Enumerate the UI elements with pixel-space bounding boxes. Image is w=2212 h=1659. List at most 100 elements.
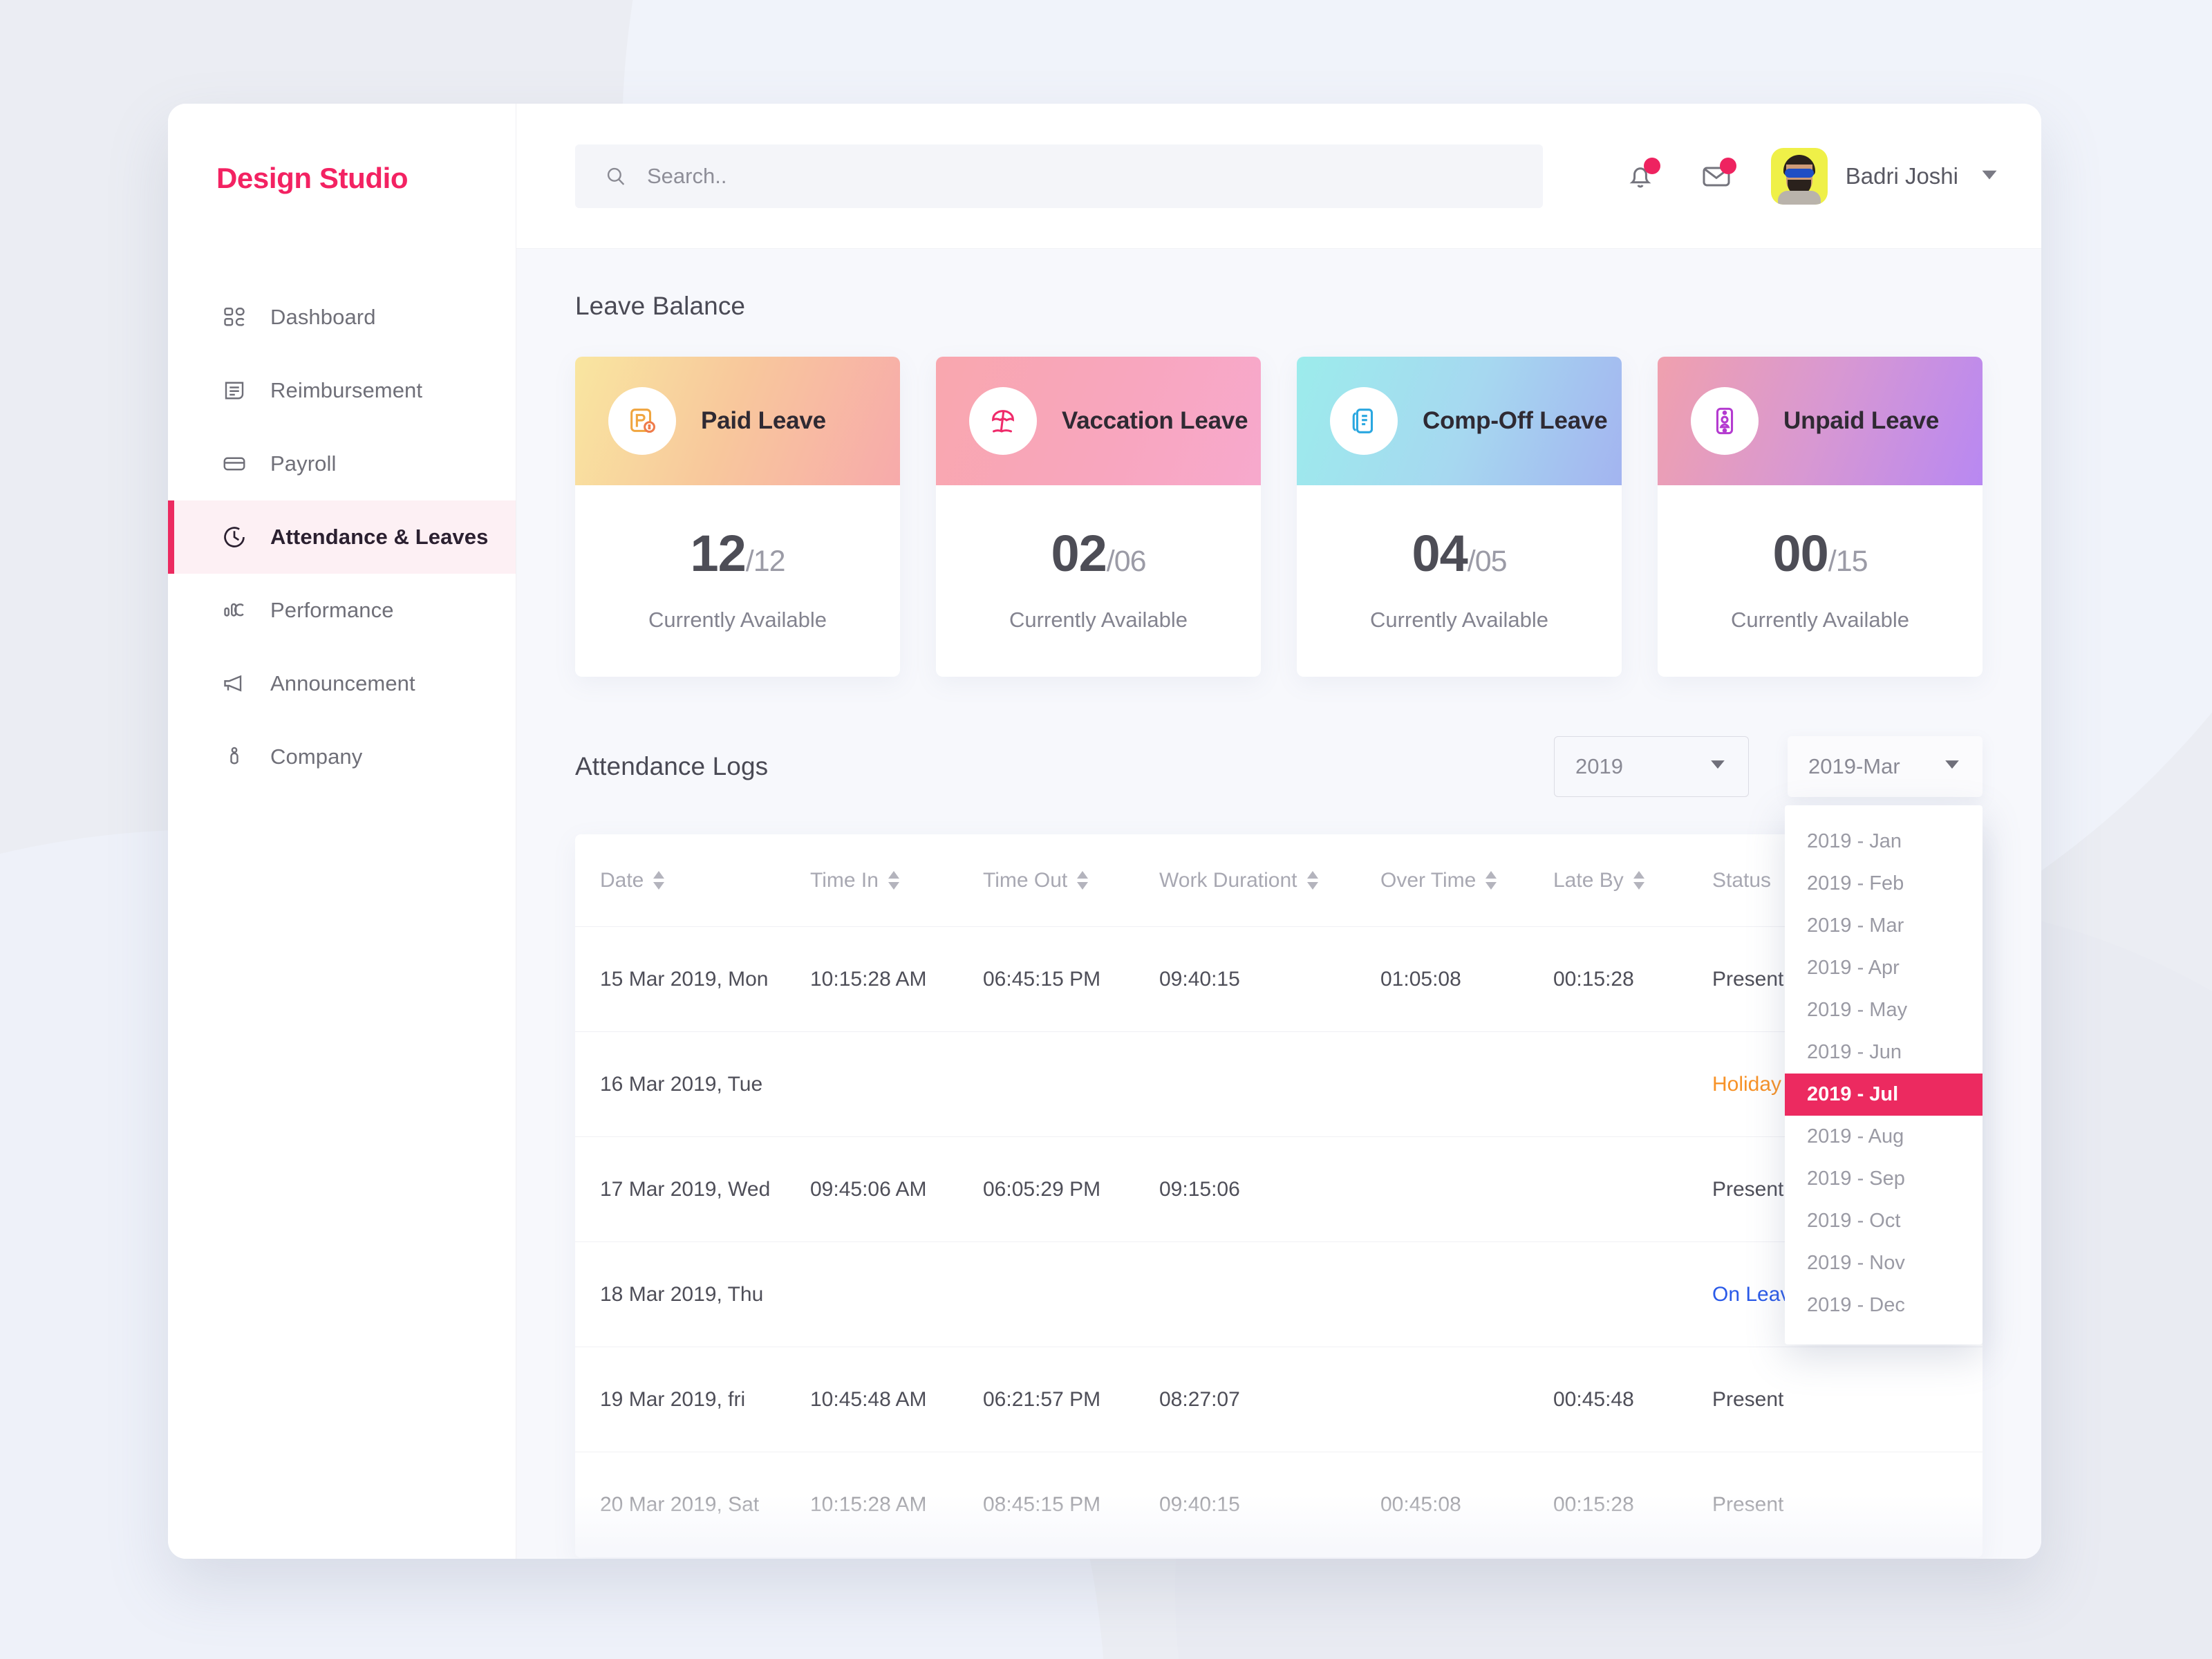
column-label: Time In — [810, 869, 879, 892]
leave-card-paid[interactable]: Paid Leave 12/12 Currently Available — [575, 357, 900, 677]
cell-work-duration: 09:15:06 — [1159, 1178, 1380, 1201]
cell-time-out: 06:45:15 PM — [983, 968, 1159, 991]
table-row[interactable]: 18 Mar 2019, Thu On Leave — [575, 1242, 1983, 1347]
card-header: Paid Leave — [575, 357, 900, 485]
month-select-value: 2019-Mar — [1808, 754, 1900, 779]
card-title: Comp-Off Leave — [1423, 407, 1608, 435]
leave-card-vaccation[interactable]: Vaccation Leave 02/06 Currently Availabl… — [936, 357, 1261, 677]
sidebar-item-payroll[interactable]: Payroll — [168, 427, 516, 500]
year-select[interactable]: 2019 — [1554, 736, 1749, 797]
cell-work-duration: 09:40:15 — [1159, 1493, 1380, 1517]
sort-icon[interactable] — [653, 871, 664, 890]
dropdown-option[interactable]: 2019 - May — [1785, 989, 1983, 1031]
column-header-over-time[interactable]: Over Time — [1380, 869, 1553, 892]
card-caption: Currently Available — [1658, 608, 1983, 632]
attendance-logs-table: Date Time In Time Out Work Durationt — [575, 834, 1983, 1557]
sidebar-item-performance[interactable]: Performance — [168, 574, 516, 647]
page-title: Leave Balance — [575, 292, 1983, 321]
search-box[interactable] — [575, 144, 1543, 208]
user-name: Badri Joshi — [1846, 163, 1958, 189]
beach-umbrella-icon — [969, 387, 1037, 455]
cell-late-by: 00:15:28 — [1553, 968, 1712, 991]
sidebar-item-label: Company — [270, 744, 362, 769]
cell-date: 19 Mar 2019, fri — [575, 1388, 810, 1412]
dropdown-option[interactable]: 2019 - Jun — [1785, 1031, 1983, 1074]
column-header-time-in[interactable]: Time In — [810, 869, 983, 892]
dropdown-option[interactable]: 2019 - Aug — [1785, 1116, 1983, 1158]
card-count: 00/15 — [1658, 524, 1983, 583]
dropdown-option[interactable]: 2019 - Nov — [1785, 1242, 1983, 1284]
messages-button[interactable] — [1678, 138, 1754, 214]
sidebar-item-label: Announcement — [270, 671, 415, 696]
sidebar-item-attendance-and-leaves[interactable]: Attendance & Leaves — [168, 500, 516, 574]
status-badge: Present — [1712, 1388, 1983, 1412]
cell-time-in: 10:15:28 AM — [810, 968, 983, 991]
dropdown-option[interactable]: 2019 - Apr — [1785, 947, 1983, 989]
sidebar-item-label: Dashboard — [270, 305, 376, 330]
cell-date: 18 Mar 2019, Thu — [575, 1283, 810, 1306]
sort-icon[interactable] — [1077, 871, 1088, 890]
column-label: Over Time — [1380, 869, 1476, 892]
cell-time-out: 08:45:15 PM — [983, 1493, 1159, 1517]
leave-card-unpaid[interactable]: Unpaid Leave 00/15 Currently Available — [1658, 357, 1983, 677]
search-input[interactable] — [647, 164, 1543, 189]
table-row[interactable]: 20 Mar 2019, Sat 10:15:28 AM 08:45:15 PM… — [575, 1452, 1983, 1557]
column-label: Status — [1712, 869, 1771, 892]
dropdown-option[interactable]: 2019 - Sep — [1785, 1158, 1983, 1200]
dropdown-option[interactable]: 2019 - Feb — [1785, 863, 1983, 905]
card-icon — [216, 451, 252, 476]
dropdown-option[interactable]: 2019 - Jan — [1785, 821, 1983, 863]
chevron-down-icon — [1708, 754, 1727, 779]
card-body: 02/06 Currently Available — [936, 485, 1261, 677]
dropdown-option[interactable]: 2019 - Dec — [1785, 1284, 1983, 1327]
bar-chart-icon — [216, 598, 252, 623]
sidebar-item-dashboard[interactable]: Dashboard — [168, 281, 516, 354]
table-row[interactable]: 19 Mar 2019, fri 10:45:48 AM 06:21:57 PM… — [575, 1347, 1983, 1452]
sort-icon[interactable] — [888, 871, 899, 890]
card-header: Vaccation Leave — [936, 357, 1261, 485]
sort-icon[interactable] — [1633, 871, 1644, 890]
sidebar-item-company[interactable]: Company — [168, 720, 516, 794]
cell-late-by: 00:15:28 — [1553, 1493, 1712, 1517]
avatar[interactable] — [1771, 148, 1828, 205]
table-row[interactable]: 17 Mar 2019, Wed 09:45:06 AM 06:05:29 PM… — [575, 1137, 1983, 1242]
sidebar-item-reimbursement[interactable]: Reimbursement — [168, 354, 516, 427]
sidebar-item-label: Payroll — [270, 451, 336, 476]
notifications-button[interactable] — [1602, 138, 1678, 214]
column-label: Work Durationt — [1159, 869, 1297, 892]
card-body: 04/05 Currently Available — [1297, 485, 1622, 677]
column-header-time-out[interactable]: Time Out — [983, 869, 1159, 892]
card-count: 12/12 — [575, 524, 900, 583]
log-filters: 2019 2019-Mar 2019 - Jan 2019 - Feb — [1554, 736, 1983, 797]
column-label: Late By — [1553, 869, 1624, 892]
sort-icon[interactable] — [1307, 871, 1318, 890]
dropdown-option[interactable]: 2019 - Mar — [1785, 905, 1983, 947]
card-body: 12/12 Currently Available — [575, 485, 900, 677]
month-dropdown-menu[interactable]: 2019 - Jan 2019 - Feb 2019 - Mar 2019 - … — [1785, 805, 1983, 1344]
sort-icon[interactable] — [1485, 871, 1497, 890]
app-window: Design Studio Dashboard Reimbursement — [168, 104, 2041, 1559]
table-row[interactable]: 16 Mar 2019, Tue Holiday — [575, 1032, 1983, 1137]
column-header-date[interactable]: Date — [575, 869, 810, 892]
table-row[interactable]: 15 Mar 2019, Mon 10:15:28 AM 06:45:15 PM… — [575, 927, 1983, 1032]
chevron-down-icon[interactable] — [1979, 164, 2000, 188]
cell-date: 15 Mar 2019, Mon — [575, 968, 810, 991]
cell-date: 20 Mar 2019, Sat — [575, 1493, 810, 1517]
sidebar-item-announcement[interactable]: Announcement — [168, 647, 516, 720]
card-caption: Currently Available — [936, 608, 1261, 632]
column-header-work-duration[interactable]: Work Durationt — [1159, 869, 1380, 892]
cell-late-by: 00:45:48 — [1553, 1388, 1712, 1412]
column-header-late-by[interactable]: Late By — [1553, 869, 1712, 892]
month-select[interactable]: 2019-Mar — [1788, 736, 1983, 797]
leave-card-comp-off[interactable]: Comp-Off Leave 04/05 Currently Available — [1297, 357, 1622, 677]
sidebar-item-label: Reimbursement — [270, 378, 422, 403]
topbar: Badri Joshi — [516, 104, 2041, 249]
sidebar-item-label: Attendance & Leaves — [270, 525, 488, 550]
cell-time-in: 10:45:48 AM — [810, 1388, 983, 1412]
cell-time-out: 06:21:57 PM — [983, 1388, 1159, 1412]
dropdown-option-selected[interactable]: 2019 - Jul — [1785, 1074, 1983, 1116]
dropdown-option[interactable]: 2019 - Oct — [1785, 1200, 1983, 1242]
column-label: Time Out — [983, 869, 1067, 892]
cell-date: 16 Mar 2019, Tue — [575, 1073, 810, 1096]
person-pin-icon — [216, 744, 252, 769]
